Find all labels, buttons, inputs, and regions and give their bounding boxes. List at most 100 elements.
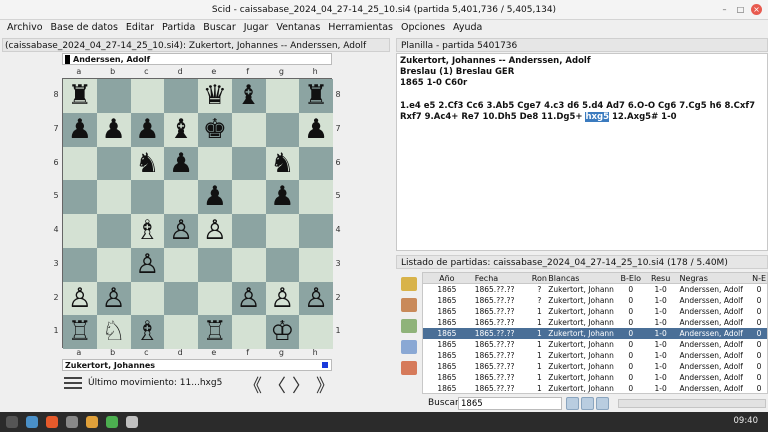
square-c3[interactable]: ♙ (130, 247, 165, 282)
square-a8[interactable]: ♜ (63, 79, 97, 113)
square-a4[interactable] (63, 214, 97, 248)
menu-1[interactable]: Base de datos (47, 20, 122, 36)
first-move-button[interactable]: 《 (244, 372, 262, 398)
app-icon[interactable] (86, 416, 98, 428)
square-e3[interactable] (198, 247, 232, 282)
search-input[interactable] (458, 397, 562, 410)
square-f1[interactable] (231, 315, 266, 349)
files-icon[interactable] (26, 416, 38, 428)
square-b3[interactable] (96, 247, 131, 282)
square-b2[interactable]: ♙ (96, 281, 131, 316)
column-header[interactable]: Fecha (471, 273, 531, 283)
menu-3[interactable]: Partida (158, 20, 199, 36)
table-row[interactable]: 1865 1865.??.?? 1 Zukertort, Johann 0 1-0 Ande… (423, 350, 767, 361)
square-f7[interactable] (231, 112, 266, 147)
menu-2[interactable]: Editar (122, 20, 158, 36)
square-c4[interactable]: ♗ (130, 214, 165, 248)
square-b1[interactable]: ♘ (96, 315, 131, 349)
square-d6[interactable]: ♟ (164, 146, 198, 181)
column-header[interactable]: Negras (676, 273, 752, 283)
menu-4[interactable]: Buscar (199, 20, 239, 36)
square-g6[interactable]: ♞ (265, 146, 300, 181)
chess-app-icon[interactable] (126, 416, 138, 428)
search-icon[interactable] (566, 397, 579, 410)
square-h6[interactable] (299, 146, 333, 181)
move-list[interactable]: 1.e4 e5 2.Cf3 Cc6 3.Ab5 Cge7 4.c3 d6 5.d… (400, 101, 764, 123)
column-header[interactable]: N-E (751, 273, 767, 283)
column-header[interactable]: Año (423, 273, 471, 283)
square-f6[interactable] (231, 146, 266, 181)
table-row[interactable]: 1865 1865.??.?? 1 Zukertort, Johann 0 1-0 Ande… (423, 361, 767, 372)
square-e2[interactable] (198, 281, 232, 316)
square-c8[interactable] (130, 79, 165, 113)
table-row[interactable]: 1865 1865.??.?? 1 Zukertort, Johann 0 1-0 Ande… (423, 383, 767, 393)
notation-box[interactable]: Zukertort, Johannes -- Anderssen, Adolf … (396, 53, 768, 251)
square-e1[interactable]: ♖ (198, 315, 232, 349)
column-header[interactable]: Resu (646, 273, 676, 283)
square-h5[interactable] (299, 180, 333, 214)
square-h3[interactable] (299, 247, 333, 282)
table-row[interactable]: 1865 1865.??.??? Zukertort, Johann 0 1-0 Ande… (423, 284, 767, 295)
book-icon[interactable] (401, 277, 417, 291)
square-f3[interactable] (231, 247, 266, 282)
square-a5[interactable] (63, 180, 97, 214)
square-c2[interactable] (130, 281, 165, 316)
refresh-icon[interactable] (581, 397, 594, 410)
next-move-button[interactable]: 〉 (292, 372, 310, 398)
square-b6[interactable] (96, 146, 131, 181)
table-row[interactable]: 1865 1865.??.?? 1 Zukertort, Johann 0 1-0 Ande… (423, 372, 767, 383)
square-e4[interactable]: ♙ (198, 214, 232, 248)
square-f2[interactable]: ♙ (231, 281, 266, 316)
square-h4[interactable] (299, 214, 333, 248)
square-a2[interactable]: ♙ (63, 281, 97, 316)
square-d3[interactable] (164, 247, 198, 282)
square-h8[interactable]: ♜ (299, 79, 333, 113)
column-header[interactable]: Ron (530, 273, 548, 283)
stats-icon[interactable] (401, 340, 417, 354)
square-d7[interactable]: ♝ (164, 112, 198, 147)
browser-icon[interactable] (46, 416, 58, 428)
square-g8[interactable] (265, 79, 300, 113)
square-g1[interactable]: ♔ (265, 315, 300, 349)
board-icon[interactable] (401, 361, 417, 375)
menu-8[interactable]: Opciones (397, 20, 449, 36)
square-b7[interactable]: ♟ (96, 112, 131, 147)
square-d2[interactable] (164, 281, 198, 316)
column-header[interactable]: B-Elo (616, 273, 646, 283)
square-g4[interactable] (265, 214, 300, 248)
square-g3[interactable] (265, 247, 300, 282)
minimize-icon[interactable]: – (719, 4, 730, 15)
horizontal-scrollbar[interactable] (618, 399, 766, 408)
square-a7[interactable]: ♟ (63, 112, 97, 147)
column-header[interactable]: Blancas (548, 273, 616, 283)
hamburger-menu-icon[interactable] (64, 377, 82, 391)
square-c7[interactable]: ♟ (130, 112, 165, 147)
last-move-button[interactable]: 》 (316, 372, 334, 398)
magnifier-icon[interactable] (401, 298, 417, 312)
menu-6[interactable]: Ventanas (272, 20, 324, 36)
square-g5[interactable]: ♟ (265, 180, 300, 214)
table-row[interactable]: 1865 1865.??.?? 1 Zukertort, Johann 0 1-0 Ande… (423, 339, 767, 350)
square-h1[interactable] (299, 315, 333, 349)
square-e5[interactable]: ♟ (198, 180, 232, 214)
square-e6[interactable] (198, 146, 232, 181)
square-b8[interactable] (96, 79, 131, 113)
table-row[interactable]: 1865 1865.??.?? 1 Zukertort, Johann 0 1-0 Ande… (423, 317, 767, 328)
square-f5[interactable] (231, 180, 266, 214)
square-f4[interactable] (231, 214, 266, 248)
table-row[interactable]: 1865 1865.??.?? 1 Zukertort, Johann 0 1-0 Ande… (423, 306, 767, 317)
square-c6[interactable]: ♞ (130, 146, 165, 181)
square-f8[interactable]: ♝ (231, 79, 266, 113)
square-b4[interactable] (96, 214, 131, 248)
square-h2[interactable]: ♙ (299, 281, 333, 316)
editor-icon[interactable] (106, 416, 118, 428)
filter-icon[interactable] (401, 319, 417, 333)
reset-icon[interactable] (596, 397, 609, 410)
square-d8[interactable] (164, 79, 198, 113)
maximize-icon[interactable]: □ (735, 4, 746, 15)
chess-board[interactable]: ♜ ♛ ♝ ♜ ♟ ♟ ♟ ♝ ♚ ♟ ♞ ♟ ♞ ♟ ♟ ♗ ♙ ♙ ♙ ♙ ♙ ♙ ♙ ♙ ♖ ♘ ♗ ♖ ♔ (62, 78, 333, 349)
menu-9[interactable]: Ayuda (449, 20, 486, 36)
table-row[interactable]: 1865 1865.??.?? 1 Zukertort, Johann 0 1-0 Ande… (423, 328, 767, 339)
square-d5[interactable] (164, 180, 198, 214)
menu-0[interactable]: Archivo (3, 20, 47, 36)
